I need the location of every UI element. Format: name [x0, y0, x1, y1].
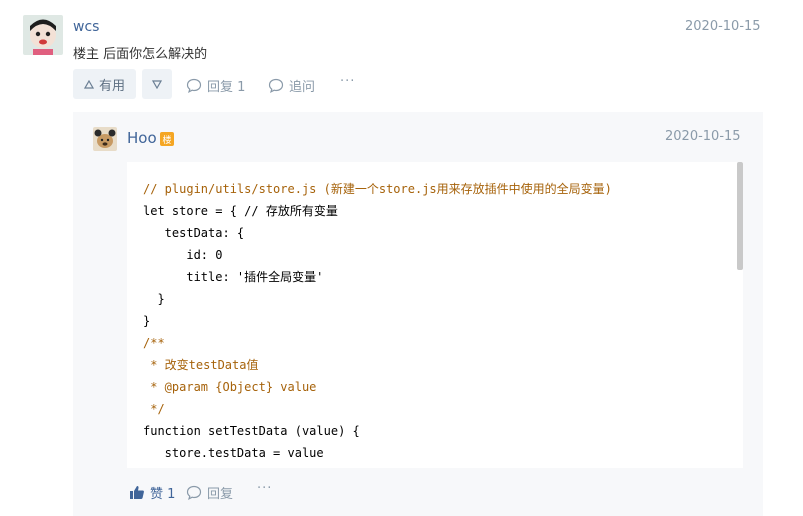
- reply-avatar[interactable]: [93, 127, 117, 151]
- thumbs-up-icon: [130, 486, 144, 499]
- triangle-down-icon: [152, 79, 162, 89]
- reply-button[interactable]: 回复 1: [186, 76, 245, 95]
- code-line-6: }: [143, 292, 165, 306]
- code-scrollbar[interactable]: [737, 162, 743, 270]
- author-badge: 楼: [160, 132, 174, 146]
- useful-button[interactable]: 有用: [73, 69, 136, 99]
- ask-button[interactable]: 追问: [268, 76, 315, 95]
- ask-label: 追问: [289, 80, 316, 95]
- reply-date: 2020-10-15: [665, 129, 741, 144]
- more-button[interactable]: ···: [340, 74, 355, 89]
- triangle-up-icon: [83, 79, 94, 89]
- reply-username[interactable]: Hoo: [127, 129, 157, 147]
- comment-bubble-icon: [186, 485, 202, 500]
- code-line-13: store.testData = value: [143, 446, 324, 460]
- code-line-8: /**: [143, 336, 165, 350]
- reply-reply-button[interactable]: 回复: [186, 483, 233, 502]
- code-line-7: }: [143, 314, 151, 328]
- like-button[interactable]: 赞 1: [129, 483, 175, 502]
- comment-date: 2020-10-15: [685, 19, 761, 34]
- code-line-10: * @param {Object} value: [143, 380, 317, 394]
- like-label: 赞 1: [150, 487, 176, 502]
- code-block[interactable]: // plugin/utils/store.js (新建一个store.js用来…: [127, 162, 743, 468]
- code-line-9: * 改变testData值: [143, 358, 259, 372]
- code-line-2: let store = { // 存放所有变量: [143, 204, 338, 218]
- code-line-11: */: [143, 402, 165, 416]
- code-line-1: // plugin/utils/store.js (新建一个store.js用来…: [143, 182, 612, 196]
- code-line-3: testData: {: [143, 226, 245, 240]
- comment-text: 楼主 后面你怎么解决的: [73, 47, 208, 62]
- code-line-12: function setTestData (value) {: [143, 424, 360, 438]
- reply-reply-label: 回复: [207, 487, 234, 502]
- code-content: // plugin/utils/store.js (新建一个store.js用来…: [143, 178, 612, 468]
- comment-bubble-icon: [186, 78, 202, 93]
- reply-label: 回复 1: [207, 80, 246, 95]
- reply-more-button[interactable]: ···: [257, 481, 272, 496]
- downvote-button[interactable]: [142, 69, 172, 99]
- comment-username[interactable]: wcs: [73, 19, 99, 35]
- code-line-4: id: 0: [143, 248, 223, 262]
- code-line-5: title: '插件全局变量': [143, 270, 324, 284]
- useful-label: 有用: [98, 78, 125, 94]
- avatar[interactable]: [23, 15, 63, 55]
- comment-bubble-icon: [268, 78, 284, 93]
